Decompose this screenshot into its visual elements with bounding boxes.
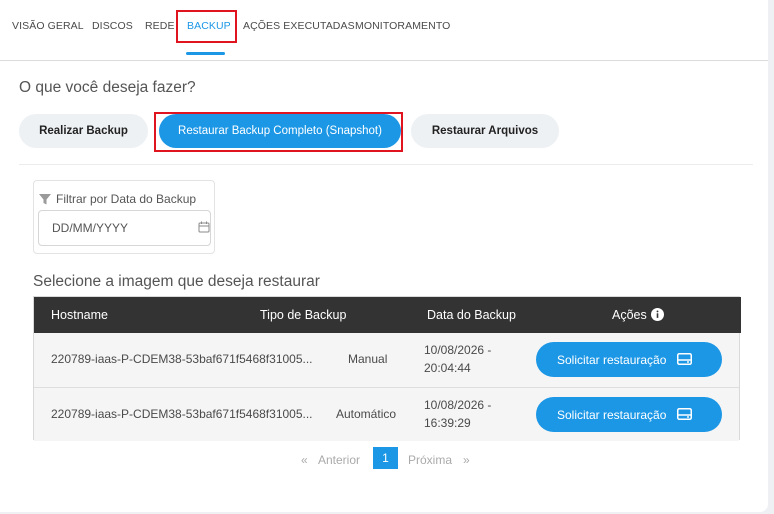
previous-page-link[interactable]: Anterior	[318, 453, 360, 467]
select-image-title: Selecione a imagem que deseja restaurar	[33, 273, 320, 290]
tab-visao-geral[interactable]: VISÃO GERAL	[12, 20, 84, 32]
solicitar-restauracao-button[interactable]: Solicitar restauração	[536, 397, 722, 432]
backup-time-cell: 20:04:44	[424, 361, 471, 375]
storage-drive-icon	[677, 408, 692, 420]
backup-type-cell: Automático	[336, 407, 397, 421]
filter-label: Filtrar por Data do Backup	[39, 192, 196, 206]
restaurar-arquivos-button[interactable]: Restaurar Arquivos	[411, 114, 559, 148]
hostname-cell: 220789-iaas-P-CDEM38-53baf671f5468f31005…	[51, 352, 313, 366]
question-heading: O que você deseja fazer?	[19, 79, 196, 96]
backup-date-cell: 10/08/2026 -	[424, 343, 492, 357]
restore-button-label: Solicitar restauração	[557, 352, 667, 367]
current-page[interactable]: 1	[373, 447, 398, 469]
date-filter-panel: Filtrar por Data do Backup	[33, 180, 215, 254]
calendar-icon[interactable]	[198, 221, 210, 233]
main-card: VISÃO GERAL DISCOS REDE BACKUP AÇÕES EXE…	[0, 0, 768, 512]
table-row: 220789-iaas-P-CDEM38-53baf671f5468f31005…	[34, 333, 739, 387]
table-row: 220789-iaas-P-CDEM38-53baf671f5468f31005…	[34, 387, 739, 441]
backup-table: Hostname Tipo de Backup Data do Backup A…	[33, 296, 741, 441]
restore-button-label: Solicitar restauração	[557, 407, 667, 422]
tab-acoes-executadas[interactable]: AÇÕES EXECUTADAS	[243, 20, 355, 32]
section-divider	[19, 164, 753, 165]
table-header: Hostname Tipo de Backup Data do Backup A…	[34, 297, 741, 333]
header-data-backup: Data do Backup	[427, 308, 516, 322]
next-arrows[interactable]: »	[463, 453, 470, 467]
realizar-backup-button[interactable]: Realizar Backup	[19, 114, 148, 148]
active-tab-indicator	[186, 52, 225, 55]
tab-rede[interactable]: REDE	[145, 20, 175, 32]
restaurar-snapshot-button[interactable]: Restaurar Backup Completo (Snapshot)	[159, 114, 401, 148]
next-page-link[interactable]: Próxima	[408, 453, 452, 467]
tab-bar: VISÃO GERAL DISCOS REDE BACKUP AÇÕES EXE…	[0, 0, 768, 61]
backup-date-cell: 10/08/2026 -	[424, 398, 492, 412]
previous-arrows[interactable]: «	[301, 453, 308, 467]
solicitar-restauracao-button[interactable]: Solicitar restauração	[536, 342, 722, 377]
storage-drive-icon	[677, 353, 692, 365]
header-acoes: Ações	[612, 308, 647, 322]
header-tipo-backup: Tipo de Backup	[260, 308, 347, 322]
backup-time-cell: 16:39:29	[424, 416, 471, 430]
info-icon[interactable]	[651, 308, 664, 321]
filter-label-text: Filtrar por Data do Backup	[56, 192, 197, 206]
pagination: « Anterior 1 Próxima »	[0, 447, 774, 471]
tab-discos[interactable]: DISCOS	[92, 20, 133, 32]
date-filter-input[interactable]	[38, 210, 211, 246]
tab-backup[interactable]: BACKUP	[187, 20, 231, 32]
backup-type-cell: Manual	[348, 352, 388, 366]
header-hostname: Hostname	[51, 308, 108, 322]
tab-monitoramento[interactable]: MONITORAMENTO	[355, 20, 450, 32]
hostname-cell: 220789-iaas-P-CDEM38-53baf671f5468f31005…	[51, 407, 313, 421]
filter-icon	[39, 193, 51, 204]
